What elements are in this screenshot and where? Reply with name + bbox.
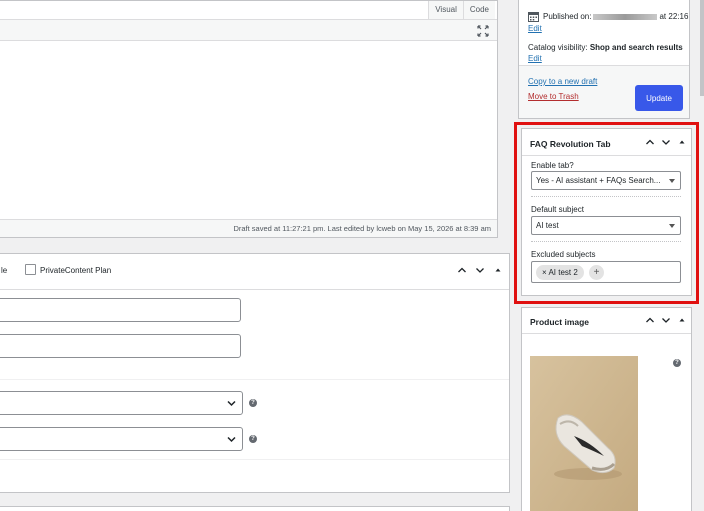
product-data-panel: le PrivateContent Plan ? ? [0,253,510,493]
calendar-icon [528,12,539,22]
redacted-date [593,13,658,20]
tab-code[interactable]: Code [462,1,495,19]
product-image-title: Product image [530,317,590,327]
copy-to-draft-link[interactable]: Copy to a new draft [528,77,597,86]
product-data-header: le PrivateContent Plan [0,254,509,290]
published-time: at 22:16 [659,12,689,21]
default-subject-label: Default subject [531,205,584,214]
box-header-divider [522,155,691,156]
section-divider [0,379,509,380]
chevron-up-icon[interactable] [457,265,467,275]
sale-price-input[interactable] [0,334,241,358]
editor-mode-tabs: Visual Code [428,1,495,19]
help-icon[interactable]: ? [249,399,257,407]
visibility-label: Catalog visibility: [528,43,588,52]
product-image-controls [645,315,687,325]
visibility-value: Shop and search results [589,43,683,52]
privatecontent-plan-label: PrivateContent Plan [40,266,112,275]
default-subject-value: AI test [536,221,559,230]
help-icon[interactable]: ? [673,359,681,367]
chevron-down-icon[interactable] [475,265,485,275]
publish-actions: Copy to a new draft Move to Trash Update [519,65,689,118]
faq-box-title: FAQ Revolution Tab [530,139,611,149]
published-on-row: Published on: at 22:16 [543,12,688,21]
editor-textarea[interactable] [0,41,497,219]
tax-status-select[interactable] [0,391,243,415]
next-metabox [0,506,510,511]
tab-visual[interactable]: Visual [428,1,463,19]
dropdown-arrow-icon [669,224,675,228]
product-image-box: Product image ? [521,307,692,511]
faq-revolution-tab-box: FAQ Revolution Tab Enable tab? Yes - AI … [521,128,692,296]
editor-toolbar [0,19,497,41]
panel-controls [457,265,503,275]
field-divider [531,196,681,197]
field-divider [531,241,681,242]
collapse-triangle-icon[interactable] [677,137,687,147]
default-subject-select[interactable]: AI test [531,216,681,235]
excluded-subjects-label: Excluded subjects [531,250,596,259]
enable-tab-select[interactable]: Yes - AI assistant + FAQs Search... [531,171,681,190]
privatecontent-plan-checkbox[interactable] [25,264,36,275]
chevron-up-icon[interactable] [645,137,655,147]
fullscreen-icon[interactable] [477,25,489,37]
product-type-option-label: le [1,266,8,275]
collapse-triangle-icon[interactable] [677,315,687,325]
content-editor: Visual Code Draft saved at 11:27:21 pm. … [0,0,498,238]
enable-tab-value: Yes - AI assistant + FAQs Search... [536,176,661,185]
tax-class-select[interactable] [0,427,243,451]
update-button[interactable]: Update [635,85,683,111]
dropdown-arrow-icon [669,179,675,183]
chevron-down-icon[interactable] [661,315,671,325]
edit-date-link[interactable]: Edit [528,24,542,33]
add-tag-button[interactable]: + [589,265,604,280]
edit-visibility-link[interactable]: Edit [528,54,542,63]
catalog-visibility-row: Catalog visibility: Shop and search resu… [528,43,683,52]
regular-price-input[interactable] [0,298,241,322]
collapse-triangle-icon[interactable] [493,265,503,275]
help-icon[interactable]: ? [249,435,257,443]
chevron-down-icon [227,436,236,443]
faq-box-controls [645,137,687,147]
chevron-up-icon[interactable] [645,315,655,325]
scrollbar[interactable] [700,0,704,96]
excluded-subject-tag[interactable]: × AI test 2 [536,265,584,280]
draft-status: Draft saved at 11:27:21 pm. Last edited … [0,219,497,237]
publish-box: Published on: at 22:16 Edit Catalog visib… [518,0,690,119]
section-divider [0,459,509,460]
enable-tab-label: Enable tab? [531,161,574,170]
box-header-divider [522,333,691,334]
chevron-down-icon [227,400,236,407]
chevron-down-icon[interactable] [661,137,671,147]
move-to-trash-link[interactable]: Move to Trash [528,92,579,101]
product-photo-sneaker[interactable] [530,356,638,511]
published-label: Published on: [543,12,592,21]
excluded-subjects-field[interactable]: × AI test 2 + [531,261,681,283]
